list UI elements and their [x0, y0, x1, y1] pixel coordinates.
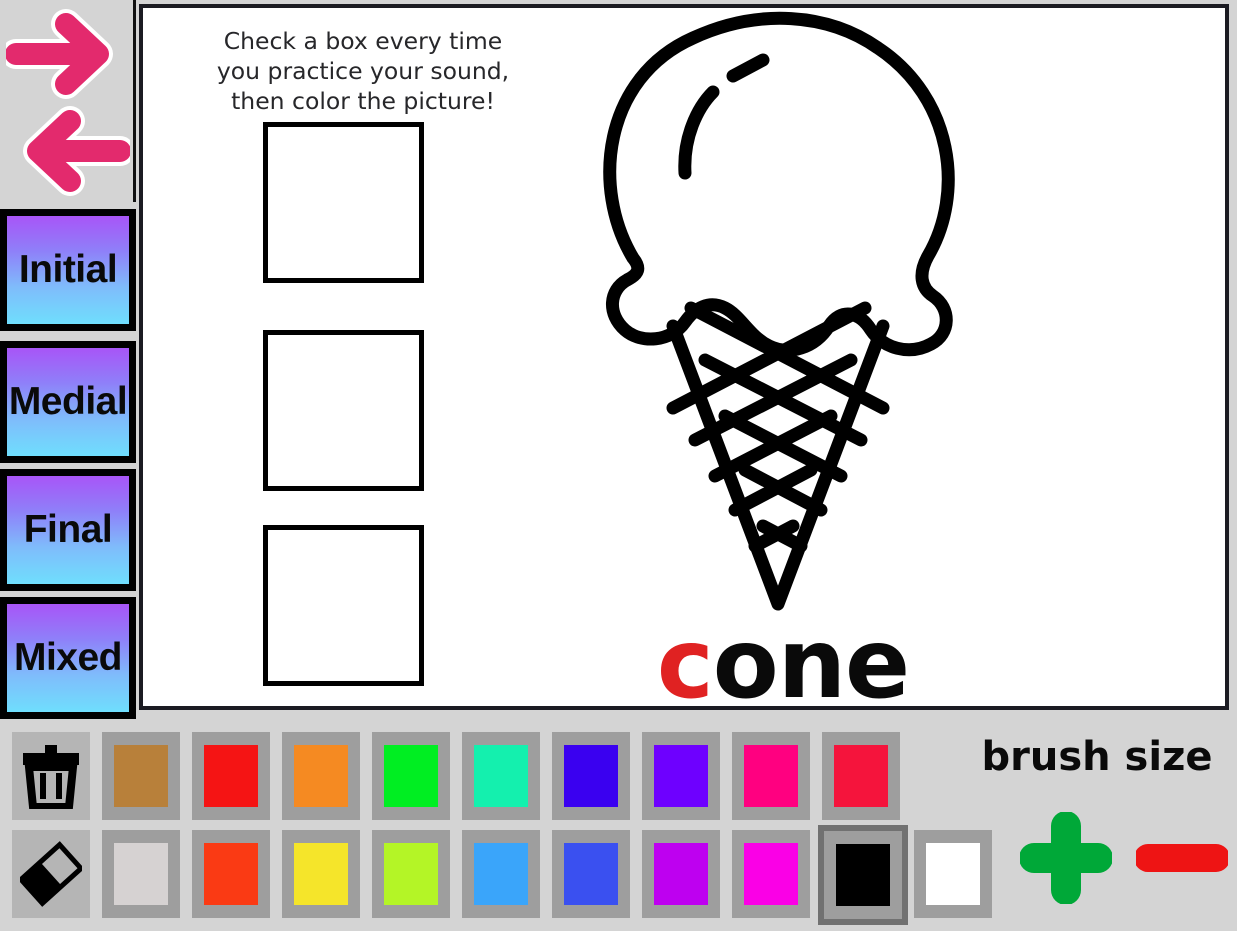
color-swatch-orange[interactable]	[282, 732, 360, 820]
color-chip	[834, 745, 888, 807]
color-chip	[294, 843, 348, 905]
color-swatch-yellow-green[interactable]	[372, 830, 450, 918]
color-swatch-red[interactable]	[192, 732, 270, 820]
color-chip	[836, 844, 890, 906]
trash-icon	[23, 745, 79, 809]
color-chip	[744, 843, 798, 905]
mode-button-medial[interactable]: Medial	[0, 341, 136, 463]
coloring-app: Initial Medial Final Mixed Check a box e…	[0, 0, 1237, 931]
practice-checkbox[interactable]	[263, 122, 424, 283]
eraser-button[interactable]	[12, 830, 90, 918]
practice-checkbox[interactable]	[263, 525, 424, 686]
clear-canvas-button[interactable]	[12, 732, 90, 820]
color-chip	[564, 843, 618, 905]
mode-label-medial: Medial	[8, 380, 128, 423]
color-swatch-white[interactable]	[914, 830, 992, 918]
color-chip	[926, 843, 980, 905]
color-swatch-crimson[interactable]	[822, 732, 900, 820]
color-chip	[294, 745, 348, 807]
color-chip	[474, 745, 528, 807]
color-chip	[384, 843, 438, 905]
back-arrow-icon[interactable]	[6, 105, 130, 197]
color-chip	[114, 843, 168, 905]
brush-size-increase-button[interactable]	[1020, 812, 1112, 904]
color-swatch-brown[interactable]	[102, 732, 180, 820]
color-swatch-black[interactable]	[818, 825, 908, 925]
color-swatch-green[interactable]	[372, 732, 450, 820]
color-swatch-blue-violet[interactable]	[552, 732, 630, 820]
color-chip	[114, 745, 168, 807]
color-swatch-orange-red[interactable]	[192, 830, 270, 918]
color-swatch-magenta[interactable]	[732, 830, 810, 918]
color-chip	[744, 745, 798, 807]
color-chip	[564, 745, 618, 807]
color-chip	[654, 843, 708, 905]
word-remaining-letters: one	[712, 608, 910, 720]
color-chip	[384, 745, 438, 807]
practice-checkbox[interactable]	[263, 330, 424, 491]
color-swatch-royal-blue[interactable]	[552, 830, 630, 918]
plus-icon	[1020, 812, 1112, 904]
instruction-line-1: Check a box every time	[223, 27, 503, 55]
color-toolbar: brush size	[0, 719, 1237, 931]
color-swatch-sky-blue[interactable]	[462, 830, 540, 918]
sidebar: Initial Medial Final Mixed	[0, 0, 136, 719]
word-label: cone	[573, 616, 993, 712]
color-chip	[474, 843, 528, 905]
eraser-icon	[20, 841, 82, 907]
forward-arrow-icon[interactable]	[6, 8, 130, 100]
color-swatch-purple[interactable]	[642, 732, 720, 820]
instruction-line-2: you practice your sound,	[216, 57, 510, 85]
mode-label-final: Final	[23, 508, 113, 551]
color-chip	[204, 745, 258, 807]
brush-size-label: brush size	[981, 734, 1213, 780]
brush-size-decrease-button[interactable]	[1136, 812, 1228, 904]
color-swatch-magenta-purple[interactable]	[642, 830, 720, 918]
color-chip	[654, 745, 708, 807]
mode-button-initial[interactable]: Initial	[0, 209, 136, 331]
mode-label-initial: Initial	[18, 248, 118, 291]
instructions-text: Check a box every time you practice your…	[203, 26, 523, 116]
color-swatch-yellow[interactable]	[282, 830, 360, 918]
mode-button-final[interactable]: Final	[0, 469, 136, 591]
color-swatch-spring-green[interactable]	[462, 732, 540, 820]
color-swatch-light-gray[interactable]	[102, 830, 180, 918]
navigation-arrows-panel	[0, 0, 136, 202]
mode-button-mixed[interactable]: Mixed	[0, 597, 136, 719]
word-first-letter: c	[656, 608, 714, 720]
drawing-canvas[interactable]: Check a box every time you practice your…	[139, 4, 1229, 712]
color-swatch-deep-pink[interactable]	[732, 732, 810, 820]
minus-icon	[1136, 844, 1228, 872]
mode-label-mixed: Mixed	[13, 636, 123, 679]
instruction-line-3: then color the picture!	[231, 87, 495, 115]
ice-cream-cone-picture	[573, 8, 993, 708]
color-chip	[204, 843, 258, 905]
